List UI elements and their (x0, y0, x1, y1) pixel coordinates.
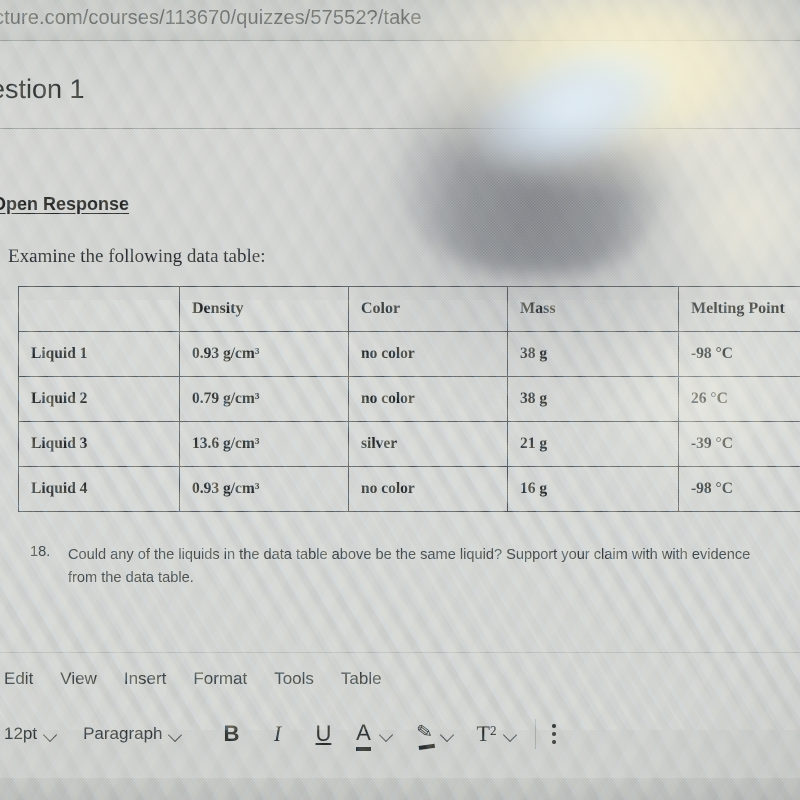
more-options-icon[interactable] (552, 724, 557, 744)
italic-button[interactable]: I (254, 721, 300, 747)
menu-item-tools[interactable]: Tools (274, 669, 314, 689)
table-header-row: Density Color Mass Melting Point (18, 286, 800, 332)
table-row: Liquid 2 0.79 g/cm³ no color 38 g 26 °C (18, 376, 800, 422)
block-format-value: Paragraph (83, 724, 163, 743)
superscript-control[interactable]: T² (468, 721, 517, 747)
table-cell: -98 °C (678, 331, 800, 377)
table-cell: 0.93 g/cm³ (179, 466, 349, 512)
toolbar-separator (535, 719, 537, 749)
open-response-label: Open Response (0, 194, 130, 214)
chevron-down-icon[interactable] (441, 728, 454, 741)
chrome-divider (0, 40, 800, 41)
table-header-cell (18, 286, 180, 332)
menu-item-insert[interactable]: Insert (124, 669, 167, 689)
table-cell: no color (348, 466, 508, 512)
bold-button[interactable]: B (208, 721, 254, 747)
font-size-value: 12pt (4, 724, 38, 743)
table-cell: 26 °C (678, 376, 800, 422)
data-table: Density Color Mass Melting Point Liquid … (18, 286, 800, 512)
instruction-text: Examine the following data table: (8, 246, 266, 267)
table-cell: no color (348, 376, 508, 422)
table-cell: 38 g (507, 331, 679, 377)
table-cell: Liquid 3 (18, 421, 180, 467)
chevron-down-icon (44, 728, 57, 741)
prompt-number: 18. (30, 544, 51, 560)
menu-item-format[interactable]: Format (193, 669, 247, 689)
table-cell: 0.79 g/cm³ (179, 376, 349, 422)
table-cell: -98 °C (678, 466, 800, 512)
photographed-screen: cture.com/courses/113670/quizzes/57552?/… (0, 0, 800, 800)
table-header-cell: Melting Point (678, 286, 800, 332)
table-cell: 0.93 g/cm³ (179, 331, 349, 377)
text-color-icon: A (356, 720, 371, 751)
highlighter-icon: ✎ (415, 720, 434, 748)
block-format-select[interactable]: Paragraph (83, 724, 182, 744)
table-cell: Liquid 2 (18, 376, 180, 422)
text-color-button[interactable]: A (346, 720, 380, 751)
chevron-down-icon[interactable] (504, 728, 517, 741)
editor-menu-bar: Edit View Insert Format Tools Table (0, 662, 800, 696)
highlight-button[interactable]: ✎ (407, 721, 441, 747)
prompt-text: Could any of the liquids in the data tab… (68, 547, 751, 587)
table-row: Liquid 4 0.93 g/cm³ no color 16 g -98 °C (18, 466, 800, 512)
bottom-edge (0, 778, 800, 800)
table-cell: 21 g (507, 421, 679, 467)
table-header-cell: Density (179, 286, 349, 332)
table-header-cell: Color (348, 286, 508, 332)
editor-toolbar: 12pt Paragraph B I U A ✎ T² (0, 708, 800, 760)
menu-item-table[interactable]: Table (341, 669, 382, 689)
table-cell: Liquid 4 (18, 466, 180, 512)
url-text[interactable]: cture.com/courses/113670/quizzes/57552?/… (0, 7, 422, 30)
chevron-down-icon (169, 728, 182, 741)
menu-item-view[interactable]: View (60, 669, 97, 689)
browser-url-bar[interactable]: cture.com/courses/113670/quizzes/57552?/… (0, 0, 800, 40)
header-divider (0, 128, 800, 129)
table-cell: no color (348, 331, 508, 377)
table-cell: -39 °C (678, 421, 800, 467)
text-color-control[interactable]: A (346, 720, 393, 751)
underline-button[interactable]: U (300, 721, 346, 747)
table-row: Liquid 3 13.6 g/cm³ silver 21 g -39 °C (18, 421, 800, 467)
table-cell: 38 g (507, 376, 679, 422)
menu-item-edit[interactable]: Edit (4, 669, 33, 689)
table-cell: 13.6 g/cm³ (179, 421, 349, 467)
superscript-button[interactable]: T² (468, 721, 504, 747)
chevron-down-icon[interactable] (380, 728, 393, 741)
font-size-select[interactable]: 12pt (4, 724, 57, 744)
table-cell: 16 g (507, 466, 679, 512)
editor-divider (0, 652, 800, 653)
highlight-color-control[interactable]: ✎ (407, 721, 454, 747)
table-cell: silver (348, 421, 508, 467)
question-heading: estion 1 (0, 74, 85, 104)
table-header-cell: Mass (507, 286, 679, 332)
table-cell: Liquid 1 (18, 331, 180, 377)
table-row: Liquid 1 0.93 g/cm³ no color 38 g -98 °C (18, 331, 800, 377)
